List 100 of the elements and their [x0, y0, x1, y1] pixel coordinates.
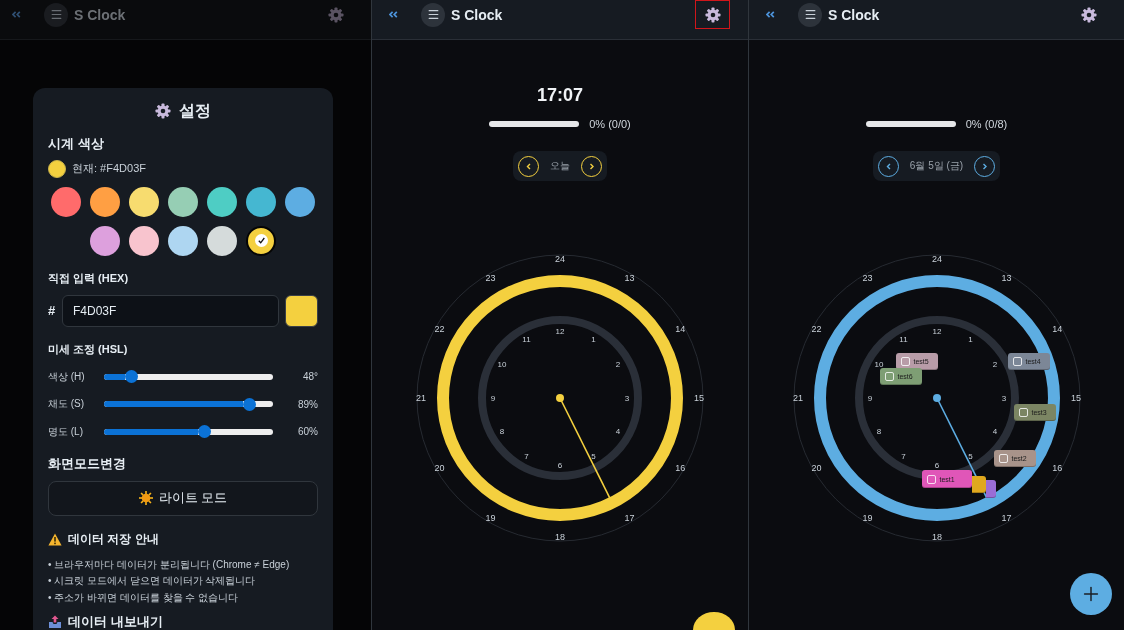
slider-label: 채도 (S): [48, 397, 86, 412]
hour-label: 4: [615, 427, 621, 436]
task-card[interactable]: [971, 476, 986, 493]
hour-label: 17: [1001, 513, 1011, 524]
settings-icon: [155, 103, 171, 120]
current-color-text: 현재: #F4D03F: [72, 161, 146, 177]
hour-label: 22: [811, 323, 822, 334]
hour-label: 20: [811, 462, 822, 473]
hour-label: 23: [862, 272, 872, 283]
slider-thumb[interactable]: [242, 397, 256, 411]
slider-track[interactable]: [104, 373, 273, 380]
add-button[interactable]: [693, 612, 735, 630]
hex-input[interactable]: F4D03F: [62, 294, 279, 327]
hour-label: 16: [675, 462, 686, 473]
hour-label: 24: [931, 254, 942, 264]
add-button[interactable]: [1070, 573, 1112, 615]
hour-label: 17: [624, 513, 635, 524]
menu-icon: [49, 8, 63, 21]
hour-label: 12: [932, 326, 941, 336]
task-checkbox[interactable]: [884, 372, 894, 381]
hour-label: 8: [876, 427, 881, 436]
export-heading: 데이터 내보내기: [68, 613, 163, 630]
section-heading: 미세 조정 (HSL): [48, 341, 129, 357]
hour-label: 1: [967, 335, 973, 345]
color-swatch[interactable]: [285, 186, 315, 217]
hour-label: 2: [615, 360, 621, 369]
app-title: S Clock: [451, 6, 503, 23]
hour-label: 5: [967, 451, 973, 461]
slider-value: 60%: [298, 426, 318, 438]
hour-label: 13: [624, 272, 635, 283]
slider-value: 48°: [302, 371, 318, 383]
hour-label: 3: [1001, 393, 1006, 403]
hour-label: 12: [555, 326, 565, 336]
task-checkbox[interactable]: [900, 357, 910, 366]
warning-icon: [48, 533, 62, 546]
color-swatch[interactable]: [90, 225, 120, 256]
hour-label: 10: [497, 360, 507, 369]
slider-track[interactable]: [104, 401, 273, 408]
hour-label: 6: [557, 460, 563, 470]
hour-label: 1: [591, 335, 596, 345]
menu-button[interactable]: [421, 2, 445, 27]
sun-icon: [138, 491, 153, 505]
menu-button[interactable]: [798, 2, 822, 27]
color-swatch[interactable]: [168, 225, 198, 256]
hex-prefix: #: [48, 303, 57, 319]
settings-icon: [704, 6, 721, 23]
light-mode-button[interactable]: 라이트 모드: [48, 480, 318, 516]
settings-button[interactable]: [695, 0, 730, 29]
hour-label: 2: [992, 360, 997, 369]
date-label: 6월 5일 (금): [908, 159, 965, 173]
check-icon: [254, 234, 268, 248]
color-swatch[interactable]: [207, 225, 237, 256]
hour-label: 24: [555, 254, 565, 264]
hour-label: 6: [934, 460, 939, 470]
double-chevron-left-icon[interactable]: [389, 11, 398, 18]
outbox-tray-icon: [48, 615, 62, 629]
color-swatch[interactable]: [168, 186, 198, 217]
task-checkbox[interactable]: [998, 454, 1008, 463]
slider-label: 명도 (L): [48, 424, 84, 439]
slider-value: 89%: [298, 398, 318, 410]
hour-label: 15: [1070, 393, 1081, 403]
hour-label: 23: [485, 272, 496, 283]
color-swatch[interactable]: [129, 186, 159, 217]
color-swatch[interactable]: [246, 186, 276, 217]
hour-label: 7: [524, 451, 529, 461]
task-checkbox[interactable]: [1012, 357, 1022, 366]
hour-label: 5: [591, 451, 596, 461]
chevron-right-icon: [981, 162, 988, 170]
center-dot: [932, 394, 941, 402]
hour-label: 20: [434, 462, 445, 473]
double-chevron-left-icon[interactable]: [766, 11, 775, 18]
hour-label: 10: [874, 360, 883, 369]
hour-label: 19: [862, 513, 872, 524]
date-label: 오늘: [549, 159, 571, 173]
hour-label: 13: [1001, 272, 1011, 283]
hour-label: 7: [900, 451, 906, 461]
slider-fill: [104, 373, 125, 380]
color-swatch[interactable]: [246, 225, 276, 256]
progress-text: 0% (0/0): [589, 118, 631, 130]
app-title: S Clock: [74, 6, 126, 23]
hour-label: 21: [792, 393, 803, 403]
hour-label: 8: [499, 427, 505, 436]
hour-label: 9: [867, 393, 872, 403]
task-checkbox[interactable]: [1018, 408, 1028, 417]
hour-label: 11: [522, 335, 531, 345]
progress-text: 0% (0/8): [965, 118, 1008, 130]
notice-item: • 브라우저마다 데이터가 분리됩니다 (Chrome ≠ Edge): [48, 557, 291, 572]
slider-thumb[interactable]: [124, 370, 138, 384]
color-swatch[interactable]: [51, 186, 81, 217]
color-swatch[interactable]: [90, 186, 120, 217]
task-checkbox[interactable]: [926, 474, 936, 484]
hour-label: 14: [675, 323, 686, 334]
slider-thumb[interactable]: [197, 425, 211, 439]
color-swatch[interactable]: [129, 225, 159, 256]
section-heading: 화면모드변경: [48, 455, 127, 472]
current-time: 17:07: [536, 84, 583, 106]
hour-label: 4: [992, 427, 997, 436]
current-color-dot: [48, 159, 66, 178]
slider-track[interactable]: [104, 428, 273, 435]
color-swatch[interactable]: [207, 186, 237, 217]
